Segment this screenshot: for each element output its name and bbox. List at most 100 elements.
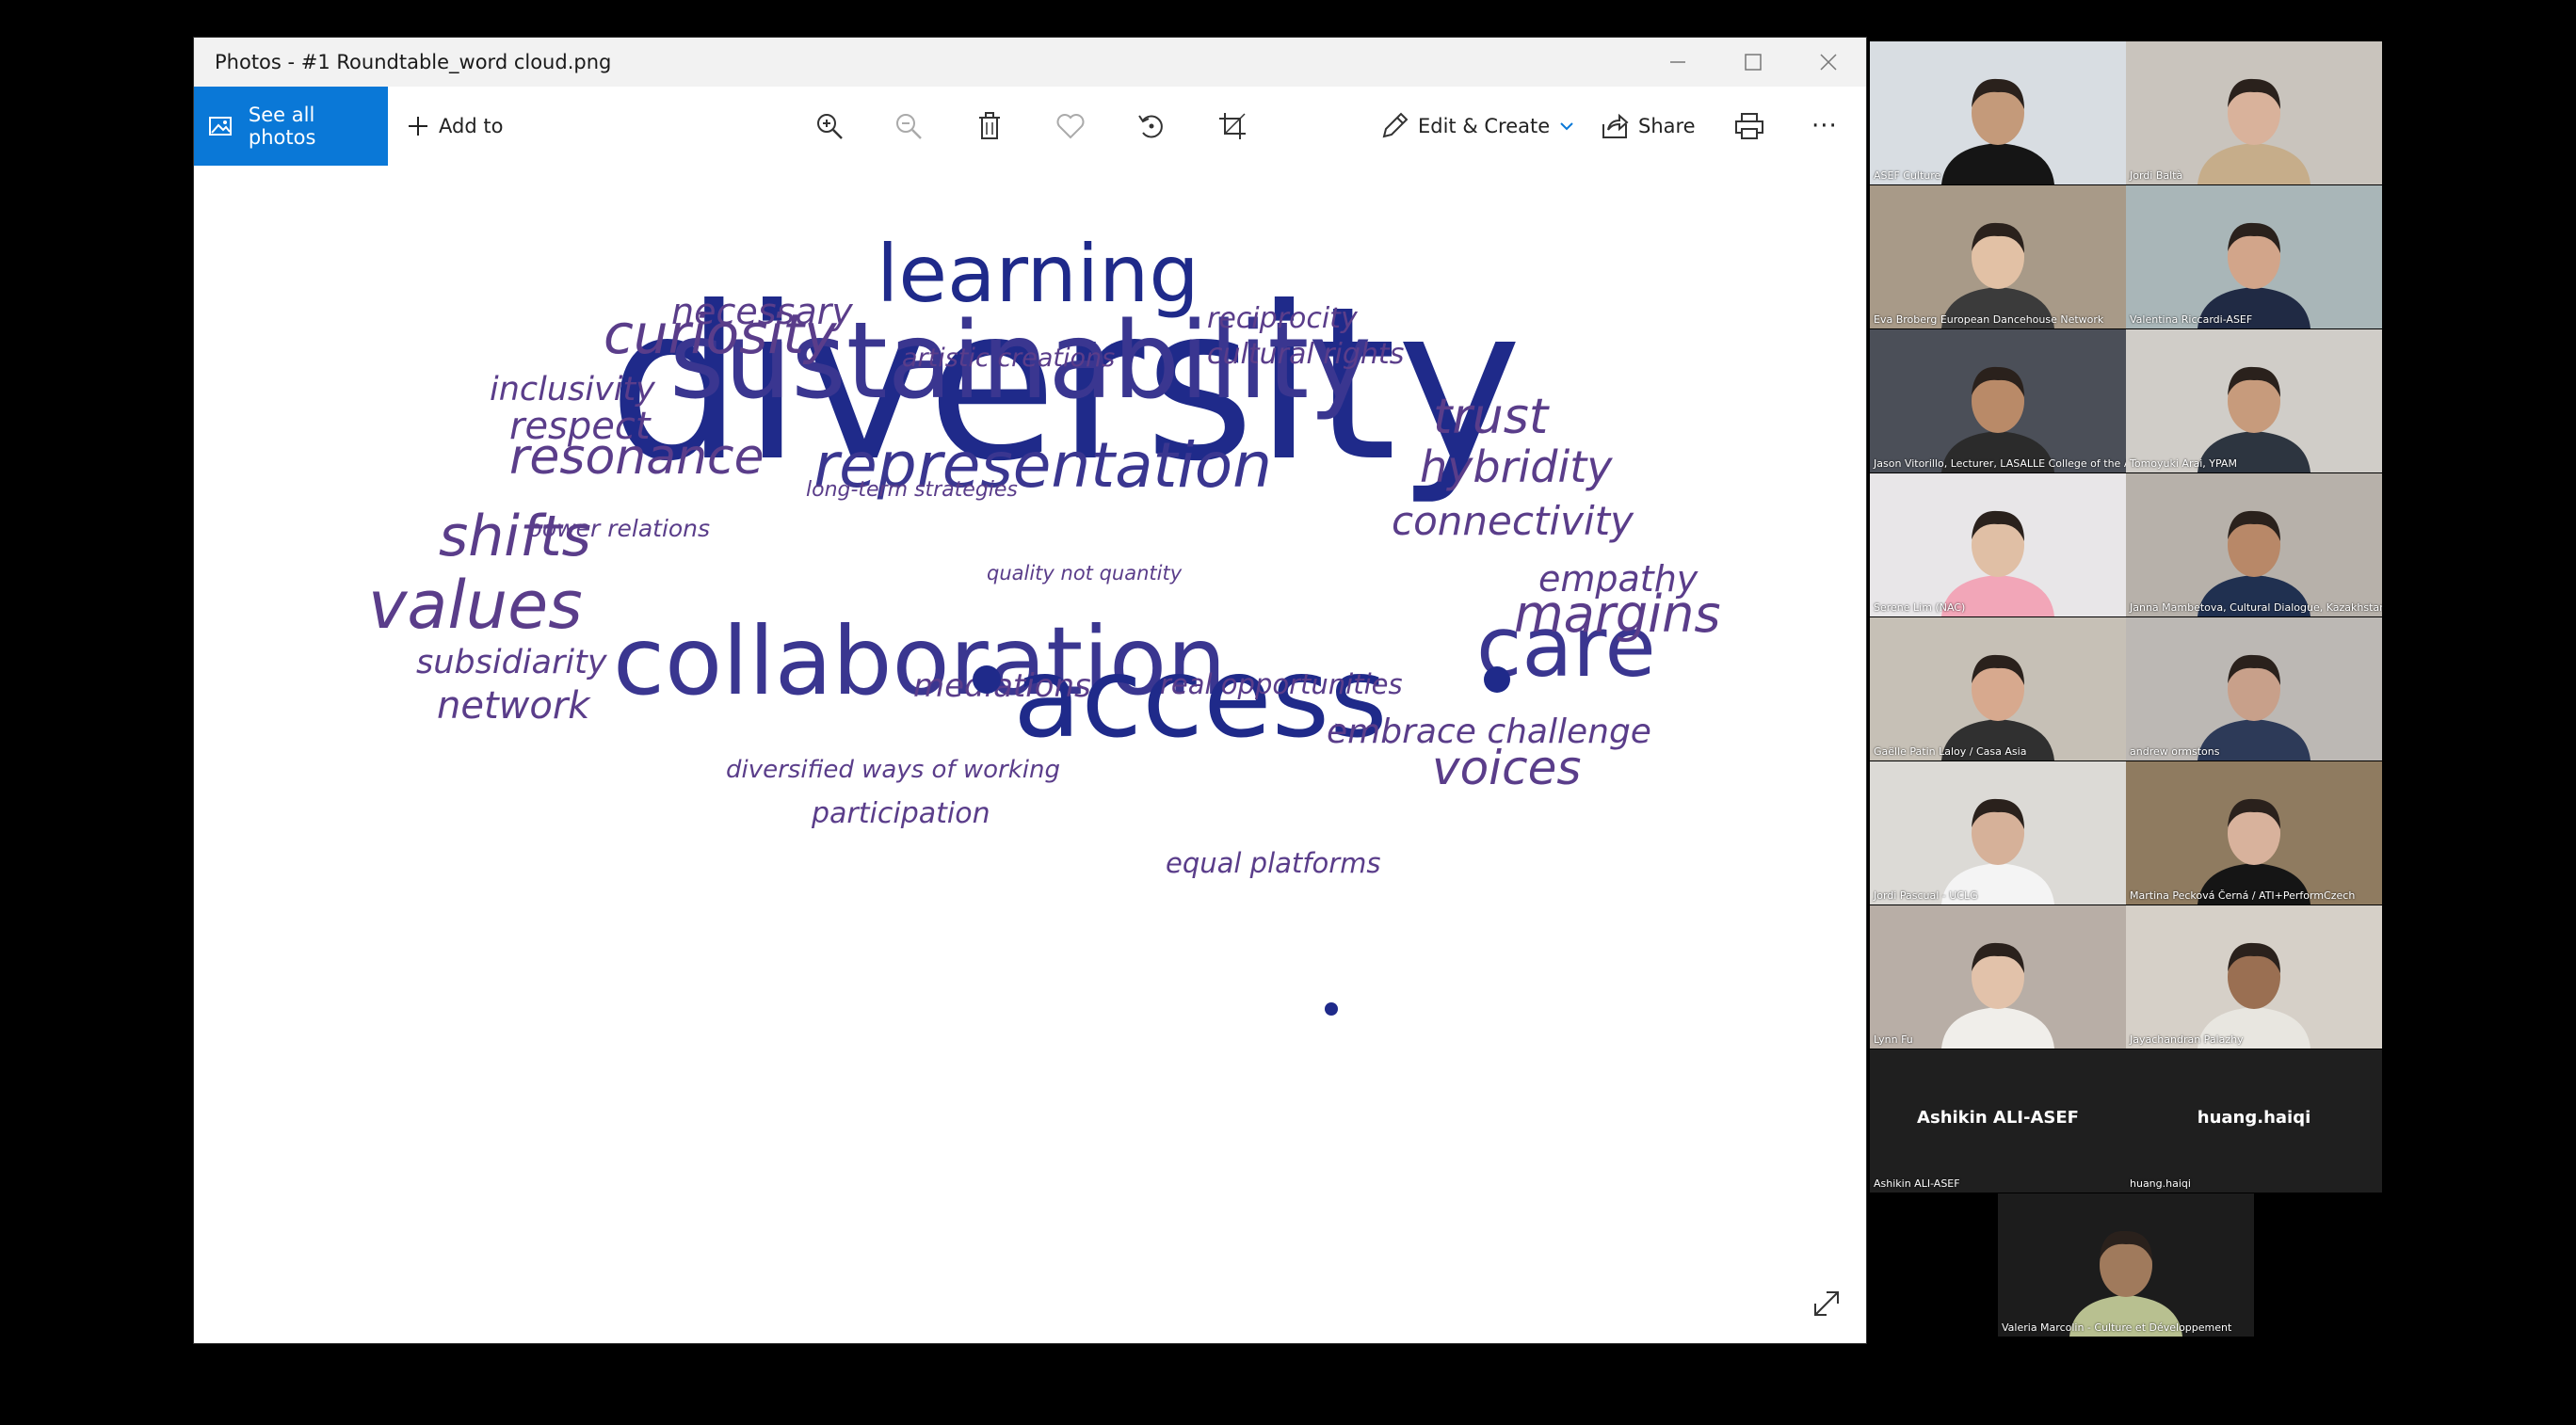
word-real-opp: real opportunities (1160, 668, 1403, 700)
word-cloud-dot (1325, 1002, 1338, 1016)
participant-video (1941, 942, 2054, 1049)
participant-video (1941, 366, 2054, 472)
add-to-label: Add to (439, 115, 504, 137)
participant-display-name: huang.haiqi (2197, 1108, 2311, 1128)
word-cloud-dot (973, 665, 1001, 694)
more-options-button[interactable]: ··· (1811, 87, 1838, 166)
participant-tile[interactable]: Serene Lim (NAC) (1870, 473, 2126, 616)
participant-name-label: Valentina Riccardi-ASEF (2130, 313, 2253, 326)
participant-name-label: Serene Lim (NAC) (1874, 601, 1966, 614)
word-mediations: mediations (913, 667, 1091, 705)
edit-create-label: Edit & Create (1418, 115, 1551, 137)
participant-name-label: Eva Broberg European Dancehouse Network (1874, 313, 2104, 326)
word-equal: equal platforms (1166, 847, 1381, 879)
word-artistic: artistic creations (902, 344, 1116, 373)
zoom-out-button[interactable] (894, 87, 923, 166)
participant-video (2198, 366, 2310, 472)
word-diversified: diversified ways of working (726, 756, 1060, 784)
add-to-button[interactable]: Add to (407, 87, 503, 166)
participant-tile[interactable]: huang.haiqi huang.haiqi (2126, 1049, 2382, 1193)
print-button[interactable] (1734, 87, 1764, 166)
crop-button[interactable] (1218, 87, 1247, 166)
participant-name-label: Jason Vitorillo, Lecturer, LASALLE Colle… (1874, 457, 2126, 470)
participant-tile[interactable]: andrew ormstons (2126, 617, 2382, 761)
participant-video (1941, 654, 2054, 761)
participant-video (2198, 78, 2310, 184)
word-embrace: embrace challenge (1327, 712, 1651, 751)
favorite-button[interactable] (1056, 87, 1085, 166)
participant-tile[interactable]: Lynn Fu (1870, 905, 2126, 1049)
participant-name-label: Jordi Pascual - UCLG (1874, 889, 1978, 902)
participant-video (1941, 798, 2054, 905)
participant-display-name: Ashikin ALI-ASEF (1917, 1108, 2079, 1128)
participant-tile[interactable]: Valentina Riccardi-ASEF (2126, 185, 2382, 328)
word-subsidiarity: subsidiarity (416, 644, 607, 681)
participant-video (2198, 654, 2310, 761)
word-connectivity: connectivity (1392, 498, 1634, 544)
participant-tile[interactable]: Janna Mambetova, Cultural Dialogue, Kaza… (2126, 473, 2382, 616)
heart-icon (1056, 114, 1085, 139)
participant-tile[interactable]: Jordi Pascual - UCLG (1870, 761, 2126, 905)
participant-tile[interactable]: Jason Vitorillo, Lecturer, LASALLE Colle… (1870, 329, 2126, 472)
printer-icon (1735, 113, 1763, 139)
title-bar[interactable]: Photos - #1 Roundtable_word cloud.png (194, 38, 1866, 87)
word-voices: voices (1432, 741, 1582, 795)
participant-name-label: Tomoyuki Arai, YPAM (2130, 457, 2237, 470)
participant-video (2198, 222, 2310, 328)
participant-tile[interactable]: Gaëlle Patin Laloy / Casa Asia (1870, 617, 2126, 761)
participant-name-label: Martina Pecková Černá / ATI+PerformCzech (2130, 889, 2356, 902)
crop-icon (1219, 113, 1246, 139)
participant-video (1941, 78, 2054, 184)
word-respect: respect (509, 405, 651, 448)
photos-window: Photos - #1 Roundtable_word cloud.png Se… (194, 38, 1866, 1343)
participant-video (1941, 222, 2054, 328)
see-all-photos-button[interactable]: See all photos (194, 87, 388, 166)
word-cultural-rights: cultural rights (1207, 338, 1405, 371)
word-hybridity: hybridity (1420, 441, 1613, 492)
participant-tile[interactable]: Valeria Marcolin - Culture et Développem… (1998, 1193, 2254, 1337)
rotate-button[interactable] (1137, 87, 1166, 166)
maximize-icon[interactable] (1715, 38, 1791, 87)
word-long-term: long-term strategies (806, 478, 1018, 502)
word-empathy: empathy (1538, 558, 1699, 600)
participant-name-label: huang.haiqi (2130, 1177, 2191, 1190)
word-cloud-dot (1484, 666, 1510, 693)
toolbar: See all photos Add to Edit & Create Shar… (194, 87, 1866, 166)
word-quality: quality not quantity (987, 562, 1183, 584)
close-icon[interactable] (1791, 38, 1866, 87)
see-all-photos-label: See all photos (248, 104, 316, 149)
participant-video (2069, 1230, 2182, 1337)
minimize-icon[interactable] (1640, 38, 1715, 87)
word-trust: trust (1433, 389, 1549, 445)
plus-icon (409, 117, 427, 136)
participant-video (2198, 798, 2310, 905)
participant-tile[interactable]: Tomoyuki Arai, YPAM (2126, 329, 2382, 472)
more-icon: ··· (1811, 112, 1838, 140)
delete-button[interactable] (977, 87, 1002, 166)
edit-pen-icon (1382, 112, 1409, 138)
participant-tile[interactable]: Martina Pecková Černá / ATI+PerformCzech (2126, 761, 2382, 905)
photos-icon (209, 117, 232, 136)
word-cloud-image: diversity sustainability collaboration acce… (194, 166, 1866, 1342)
word-reciprocity: reciprocity (1207, 302, 1358, 335)
participant-tile[interactable]: Ashikin ALI-ASEF Ashikin ALI-ASEF (1870, 1049, 2126, 1193)
participant-tile[interactable]: ASEF Culture (1870, 41, 2126, 184)
participant-name-label: ASEF Culture (1874, 169, 1941, 182)
share-label: Share (1638, 115, 1696, 137)
participant-tile[interactable]: Eva Broberg European Dancehouse Network (1870, 185, 2126, 328)
share-icon (1602, 113, 1629, 138)
share-button[interactable]: Share (1601, 87, 1696, 166)
participant-name-label: andrew ormstons (2130, 745, 2220, 758)
participant-name-label: Janna Mambetova, Cultural Dialogue, Kaza… (2130, 601, 2382, 614)
expand-icon (1814, 1291, 1839, 1316)
participant-tile[interactable]: Jayachandran Palazhy (2126, 905, 2382, 1049)
word-inclusivity: inclusivity (490, 371, 655, 408)
fullscreen-button[interactable] (1810, 1287, 1843, 1324)
zoom-in-button[interactable] (815, 87, 844, 166)
edit-create-button[interactable]: Edit & Create (1380, 87, 1574, 166)
participant-name-label: Gaëlle Patin Laloy / Casa Asia (1874, 745, 2027, 758)
participant-name-label: Lynn Fu (1874, 1033, 1913, 1046)
word-power: power relations (527, 515, 711, 542)
participant-name-label: Ashikin ALI-ASEF (1874, 1177, 1960, 1190)
participant-tile[interactable]: Jordi Baltà (2126, 41, 2382, 184)
